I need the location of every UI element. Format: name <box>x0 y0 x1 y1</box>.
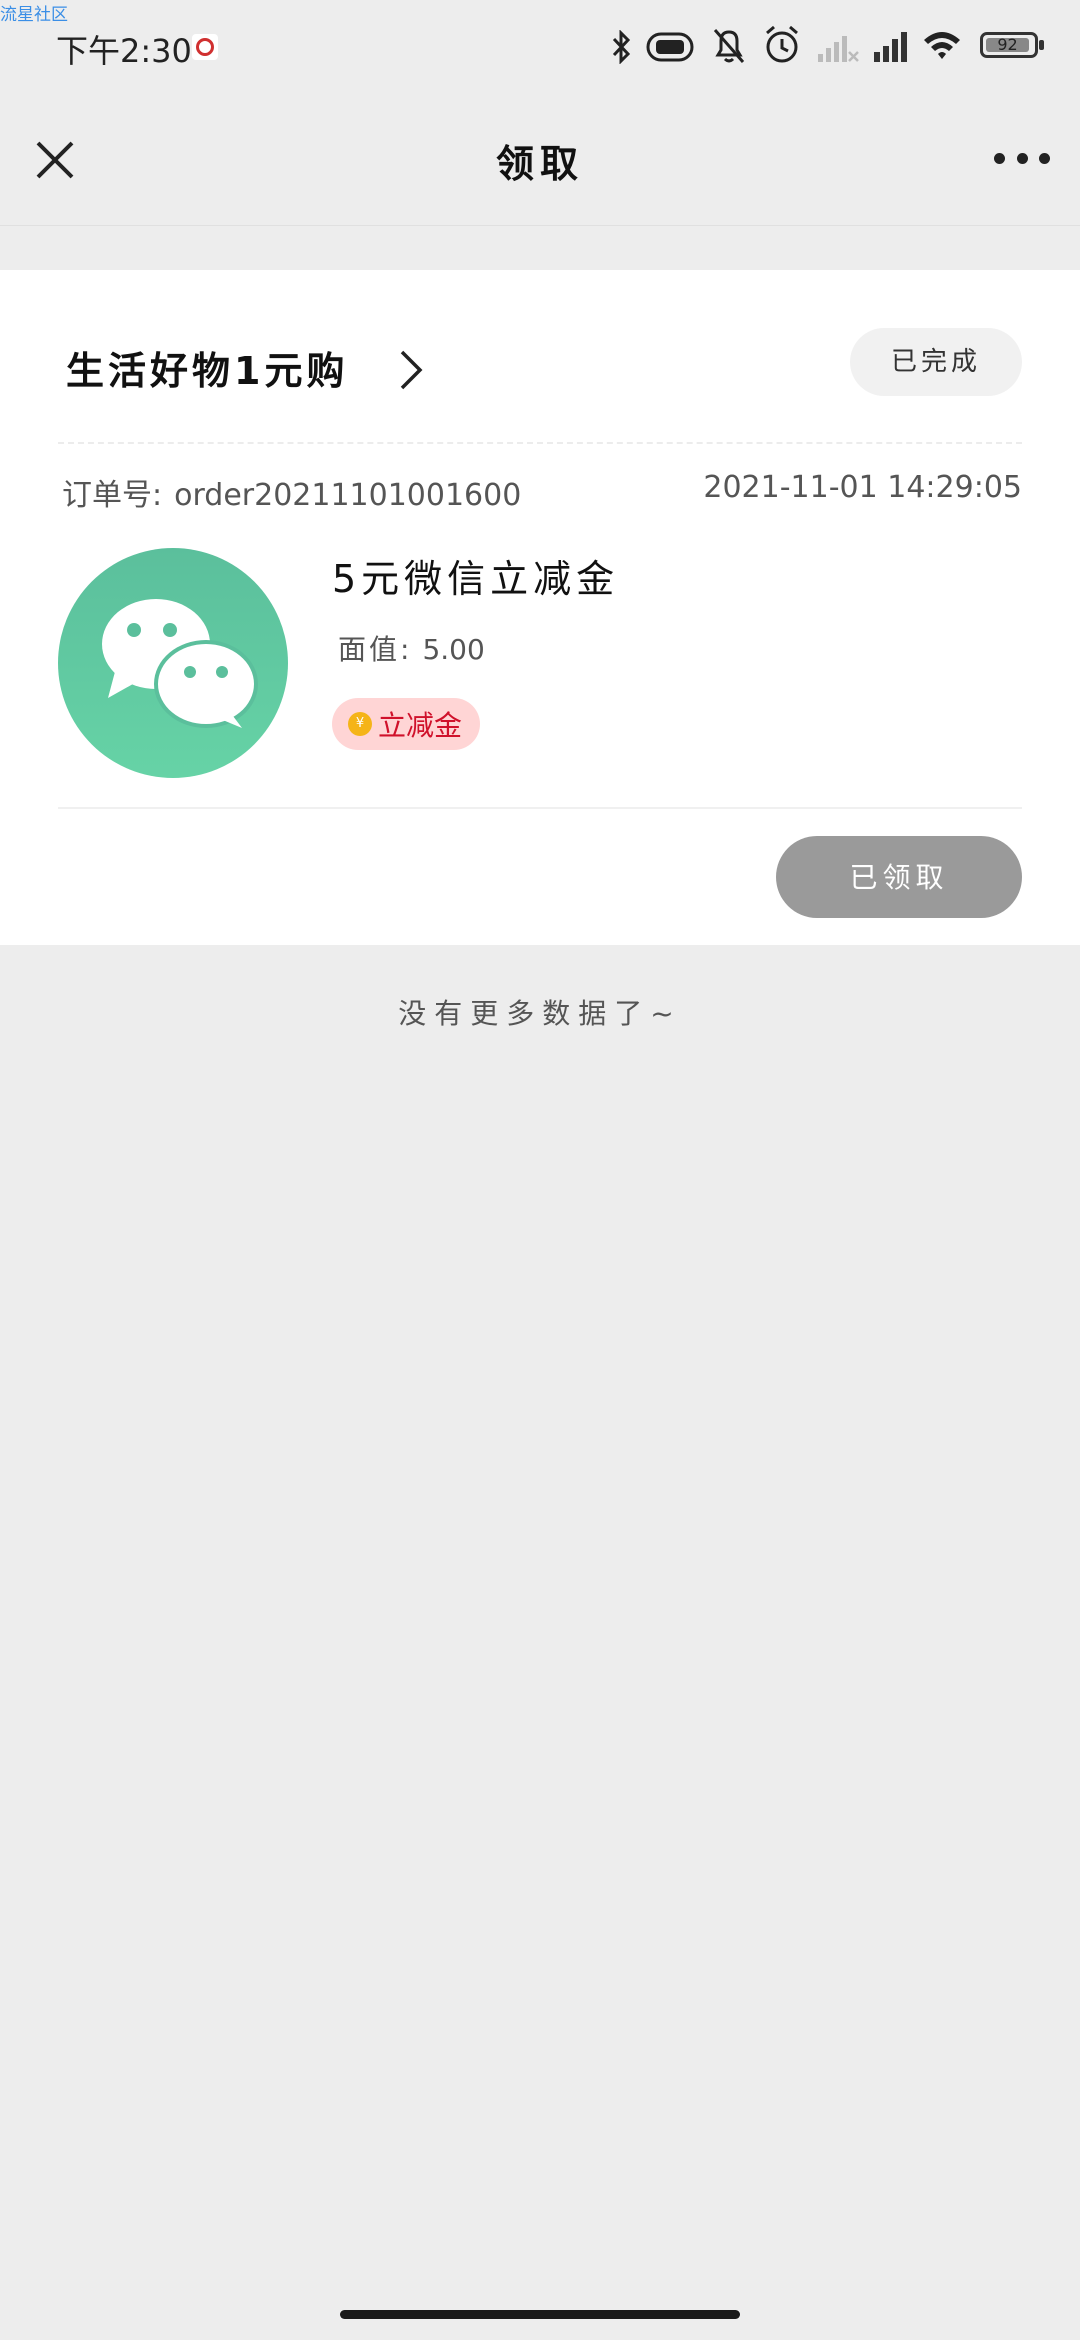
coupon-tag-label: 立减金 <box>378 709 463 742</box>
battery-icon: 92 <box>980 32 1038 58</box>
value-label: 面值: <box>338 633 413 666</box>
order-number-label: 订单号: <box>62 478 163 513</box>
no-more-data-text: 没有更多数据了~ <box>398 997 682 1030</box>
signal-weak-icon <box>818 36 859 62</box>
wifi-icon <box>924 32 960 59</box>
received-button[interactable]: 已领取 <box>776 836 1022 918</box>
product-value-row: 面值: 5.00 <box>338 628 485 668</box>
status-time: 下午2:30 <box>56 32 192 70</box>
wechat-icon <box>102 599 258 728</box>
battery-level: 92 <box>986 37 1029 53</box>
home-indicator[interactable] <box>340 2310 740 2319</box>
order-number: order20211101001600 <box>174 478 522 513</box>
value-amount: 5.00 <box>422 633 485 666</box>
status-icons: 92 <box>600 22 1080 72</box>
battery-cap <box>1039 40 1044 50</box>
shop-name[interactable]: 生活好物1元购 <box>66 340 348 395</box>
coin-icon: ¥ <box>348 712 372 736</box>
dashed-divider <box>58 442 1022 444</box>
divider <box>58 807 1022 809</box>
navigation-bar: 领取 <box>0 95 1080 226</box>
coupon-tag: ¥ 立减金 <box>332 698 481 750</box>
wechat-logo-thumbnail <box>58 548 288 778</box>
product-title: 5元微信立减金 <box>332 557 620 601</box>
bluetooth-icon <box>612 30 631 64</box>
mute-bell-icon <box>713 29 745 63</box>
order-card: 生活好物1元购 已完成 订单号: order20211101001600 2021… <box>0 270 1080 945</box>
app-notification-icon <box>192 34 218 60</box>
battery-saver-icon <box>646 32 694 62</box>
more-menu-icon[interactable] <box>994 143 1050 173</box>
alarm-icon <box>766 25 798 63</box>
order-number-row: 订单号: order20211101001600 <box>62 470 521 514</box>
chevron-right-icon[interactable] <box>396 348 426 392</box>
shop-row[interactable]: 生活好物1元购 已完成 <box>58 328 1022 398</box>
order-status-badge: 已完成 <box>850 328 1022 396</box>
order-datetime: 2021-11-01 14:29:05 <box>703 470 1022 505</box>
page-title: 领取 <box>495 142 584 186</box>
status-bar: 下午2:30 92 <box>0 0 1080 95</box>
signal-strong-icon <box>874 32 907 62</box>
